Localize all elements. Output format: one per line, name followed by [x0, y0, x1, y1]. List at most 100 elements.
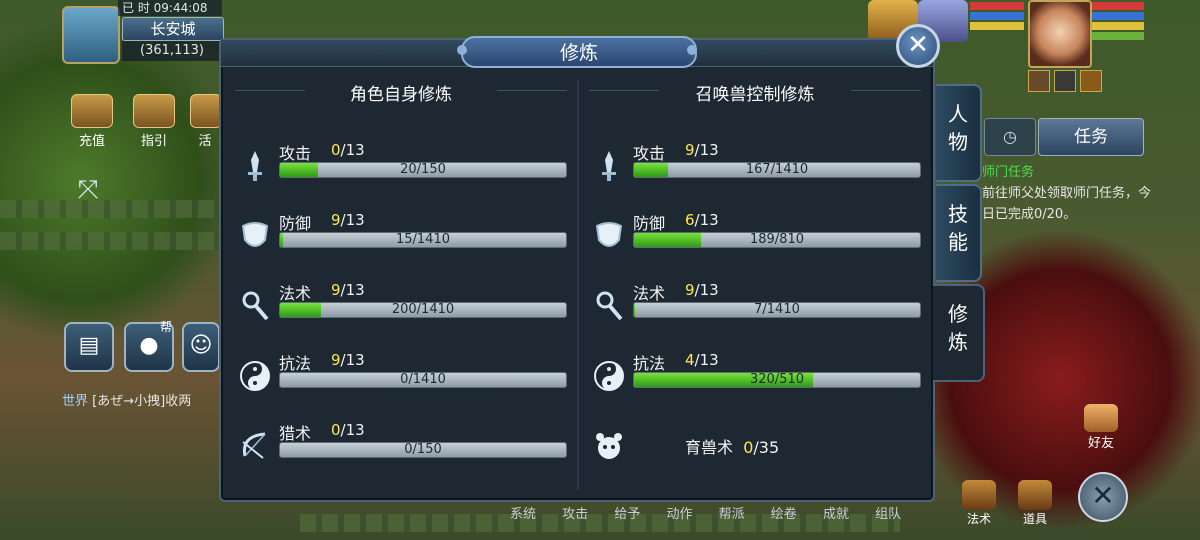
recharge-button[interactable]: 充值 [66, 94, 118, 149]
spell-button[interactable]: 法术 [956, 480, 1002, 527]
progress-bar: 167/1410 [633, 162, 921, 178]
cultivation-row-attack[interactable]: 攻击 0/13 20/150 [225, 140, 577, 194]
cultivation-level: 9/13 [331, 281, 365, 299]
clock-icon[interactable]: ◷ [984, 118, 1036, 156]
cultivation-level: 9/13 [685, 281, 719, 299]
handshake-icon [1084, 404, 1118, 432]
pet-mp-bar [970, 12, 1024, 20]
progress-bar: 15/1410 [279, 232, 567, 248]
pet-cultivation-row-magic-resist[interactable]: 抗法 4/13 320/510 [579, 350, 931, 404]
cultivation-level: 9/13 [685, 141, 719, 159]
shield-icon [241, 222, 269, 247]
dialog-title: 修炼 [461, 36, 697, 68]
map-coordinates: (361,113) [122, 41, 222, 61]
task-tab[interactable]: 任务 [1038, 118, 1144, 156]
menu-item-action[interactable]: 动作 [666, 507, 692, 522]
bottom-menu: 系统 攻击 给予 动作 帮派 绘卷 成就 组队 [510, 503, 923, 522]
buff-icon[interactable] [1028, 70, 1050, 92]
world-chat-line[interactable]: 世界 [あぜ→小拽]收两 [62, 390, 191, 409]
chat-message: [あぜ→小拽]收两 [92, 394, 192, 409]
header-ornament [235, 90, 305, 91]
menu-item-team[interactable]: 组队 [875, 507, 901, 522]
progress-bar: 0/150 [279, 442, 567, 458]
roof-tiles [0, 200, 220, 218]
chat-channel: 世界 [62, 394, 89, 409]
header-ornament [497, 90, 567, 91]
buff-icons [1028, 70, 1104, 92]
menu-item-achievement[interactable]: 成就 [823, 507, 849, 522]
question-scroll-icon [133, 94, 175, 128]
buff-icon[interactable] [1080, 70, 1102, 92]
title-ornament [687, 45, 697, 55]
progress-bar: 320/510 [633, 372, 921, 388]
buff-icon[interactable] [1054, 70, 1076, 92]
treasure-chest-icon [71, 94, 113, 128]
yin-yang-icon [594, 361, 624, 391]
tab-skills[interactable]: 技能 [936, 184, 982, 282]
beast-paw-icon [596, 433, 622, 459]
guide-button[interactable]: 指引 [128, 94, 180, 149]
cultivation-row-defense[interactable]: 防御 9/13 15/1410 [225, 210, 577, 264]
pet-hp-bar [970, 2, 1024, 10]
pet-control-cultivation-section: 召唤兽控制修炼 攻击 9/13 167/1410 防御 6/13 189/810 [579, 68, 931, 500]
hero-mp-bar [1092, 12, 1144, 20]
cultivation-level: 0/13 [331, 141, 365, 159]
sword-icon [602, 151, 616, 181]
yin-yang-icon [240, 361, 270, 391]
progress-bar: 7/1410 [633, 302, 921, 318]
hide-ui-button[interactable]: ✕ [1078, 472, 1128, 522]
magic-staff-icon [242, 291, 269, 321]
cultivation-level: 9/13 [331, 351, 365, 369]
tab-cultivation[interactable]: 修炼 [933, 284, 985, 382]
activity-button[interactable]: 活 [190, 94, 220, 146]
beast-taming-label: 育兽术 0/35 [685, 438, 780, 457]
menu-item-scroll[interactable]: 绘卷 [771, 507, 797, 522]
title-ornament [457, 45, 467, 55]
hero-portrait[interactable] [1028, 0, 1092, 68]
cultivation-level: 6/13 [685, 211, 719, 229]
progress-bar: 0/1410 [279, 372, 567, 388]
bell-icon [962, 480, 996, 510]
magic-staff-icon [596, 291, 623, 321]
pet-exp-bar [970, 22, 1024, 30]
bow-icon [242, 432, 266, 459]
task-title: 师门任务 [982, 165, 1035, 180]
progress-bar: 189/810 [633, 232, 921, 248]
progress-bar: 200/1410 [279, 302, 567, 318]
friends-button[interactable]: 好友 [1078, 404, 1124, 451]
task-description[interactable]: 师门任务 前往师父处领取师门任务，今日已完成0/20。 [982, 162, 1152, 225]
cultivation-row-hunting[interactable]: 猎术 0/13 0/150 [225, 420, 577, 474]
hero-exp-bar [1092, 32, 1144, 40]
cultivation-level: 4/13 [685, 351, 719, 369]
cultivation-row-magic-resist[interactable]: 抗法 9/13 0/1410 [225, 350, 577, 404]
roof-tiles [0, 232, 220, 250]
chat-bubble-icon[interactable]: ▤ [64, 322, 114, 372]
close-dialog-button[interactable]: ✕ [896, 24, 940, 68]
expand-arrows-icon[interactable]: ⤧ [70, 172, 106, 208]
location-panel: 已 时 09:44:08 长安城 (361,113) [62, 0, 224, 64]
menu-item-guild[interactable]: 帮派 [719, 507, 745, 522]
treasure-chest-icon [1018, 480, 1052, 510]
tab-character[interactable]: 人物 [936, 84, 982, 182]
header-ornament [851, 90, 921, 91]
header-ornament [589, 90, 659, 91]
pet-cultivation-row-beast-taming[interactable]: 育兽术 0/35 [579, 420, 931, 474]
menu-item-system[interactable]: 系统 [510, 507, 536, 522]
section-header: 召唤兽控制修炼 [579, 80, 931, 105]
game-clock: 已 时 09:44:08 [118, 0, 222, 16]
pet-cultivation-row-defense[interactable]: 防御 6/13 189/810 [579, 210, 931, 264]
items-button[interactable]: 道具 [1012, 480, 1058, 527]
player-portrait[interactable] [62, 6, 120, 64]
menu-item-attack[interactable]: 攻击 [562, 507, 588, 522]
progress-bar: 20/150 [279, 162, 567, 178]
city-name[interactable]: 长安城 [122, 17, 224, 41]
menu-item-give[interactable]: 给予 [614, 507, 640, 522]
pet-cultivation-row-attack[interactable]: 攻击 9/13 167/1410 [579, 140, 931, 194]
pet-cultivation-row-spell[interactable]: 法术 9/13 7/1410 [579, 280, 931, 334]
emoji-icon[interactable]: ☺ [182, 322, 220, 372]
hero-hp-bar [1092, 2, 1144, 10]
cultivation-row-spell[interactable]: 法术 9/13 200/1410 [225, 280, 577, 334]
character-cultivation-section: 角色自身修炼 攻击 0/13 20/150 防御 9/13 15/1410 法术… [225, 68, 577, 500]
hero-anger-bar [1092, 22, 1144, 30]
shield-icon [595, 222, 623, 247]
